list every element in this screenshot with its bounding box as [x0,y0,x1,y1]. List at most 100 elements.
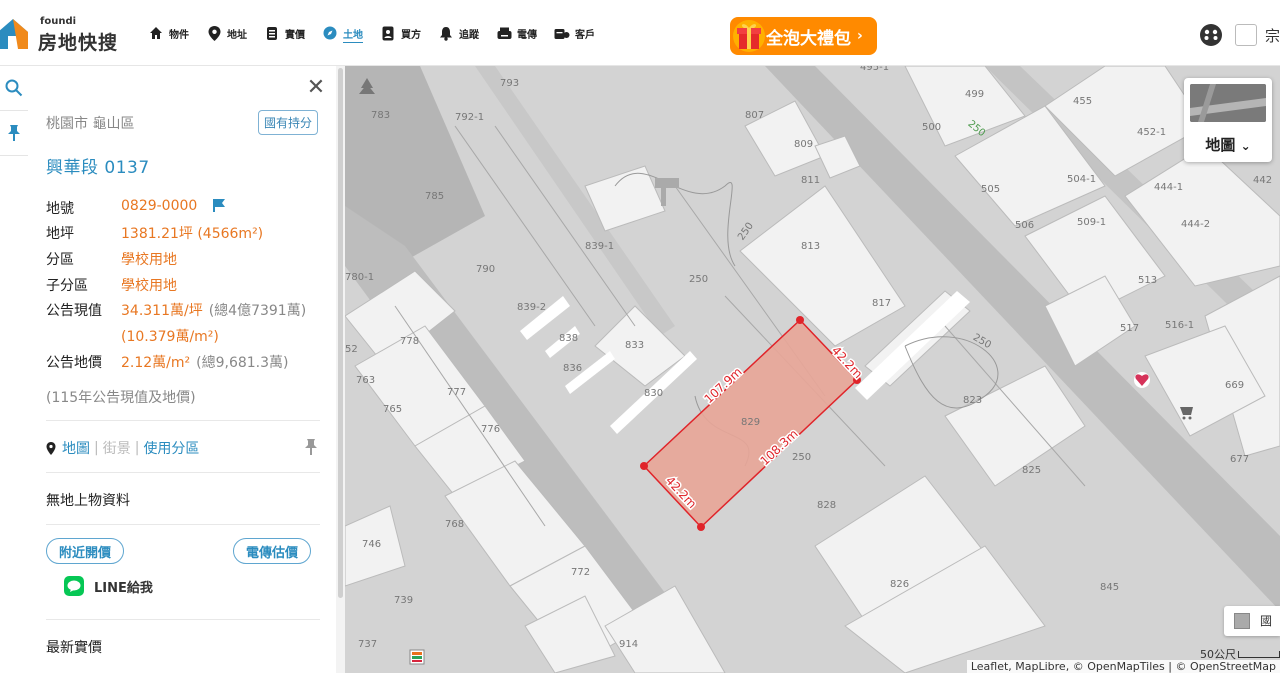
rail-pin-button[interactable] [0,111,28,156]
line-icon [64,576,84,596]
nav-item-address[interactable]: 地址 [206,25,247,41]
info-extra: (總9,681.3萬) [196,355,289,371]
info-value: 1381.21坪 (4566m²) [121,226,264,242]
parcel-label: 739 [394,595,413,606]
nav-label: 買方 [401,29,421,41]
parcel-label: 817 [872,298,891,309]
divider [46,472,320,473]
panel-scrollbar-thumb[interactable] [338,68,343,598]
parcel-label: 845 [1100,582,1119,593]
parcel-label: 506 [1015,220,1034,231]
nav-item-listings[interactable]: 物件 [148,25,189,41]
map-type-switcher[interactable]: 地圖 ⌄ [1184,78,1272,162]
nav-item-buyers[interactable]: 買方 [380,25,421,41]
land-title: 興華段 0137 [46,158,150,178]
nav-item-prices[interactable]: 實價 [264,25,305,41]
search-icon [5,79,23,97]
convenience-store-icon [409,649,425,665]
clients-icon [554,25,570,41]
parcel-label: 677 [1230,454,1249,465]
no-building-text: 無地上物資料 [46,493,130,509]
parcel-label: 809 [794,139,813,150]
map-link[interactable]: 地圖 [62,438,90,458]
year-note: (115年公告現值及地價) [46,390,196,406]
map-type-text: 地圖 [1205,136,1236,154]
info-value: 2.12萬/m² [121,355,191,371]
info-row-zoning: 分區 學校用地 [46,249,177,269]
parcel-label: 823 [963,395,982,406]
nav-label: 物件 [169,29,189,41]
separator: | [94,440,99,456]
ownership-badge[interactable]: 國有持分 [258,110,319,135]
user-name[interactable]: 宗 [1265,25,1280,46]
parcel-label: 772 [571,567,590,578]
promo-label: 全泡大禮包 [766,28,851,49]
layer-legend[interactable]: 國 [1224,606,1280,636]
nav-item-clients[interactable]: 客戶 [554,25,595,41]
parcel-label: 505 [981,184,1000,195]
nav-item-fax[interactable]: 電傳 [496,25,537,41]
nav-item-tracking[interactable]: 追蹤 [438,25,479,41]
compass-icon [322,25,338,41]
parcel-label: 513 [1138,275,1157,286]
land-info-panel: ✕ 桃園市 龜山區 國有持分 興華段 0137 地號 0829-0000 地坪 … [28,66,345,673]
info-key: 分區 [46,252,74,268]
street-view-link: 街景 [102,441,131,457]
info-key: 子分區 [46,278,88,294]
heart-marker-icon [1134,372,1150,388]
parcel-label: 763 [356,375,375,386]
info-value: (10.379萬/m²) [121,329,219,345]
map-pin-icon [206,25,222,41]
parcel-label: 495-1 [860,66,889,73]
info-value: 學校用地 [121,278,177,294]
map-view[interactable]: 42.2m 107.9m 108.3m 42.2m 793 783 792-1 … [345,66,1280,673]
road-label: 250 [792,452,811,463]
map-pin-icon [46,441,56,455]
fax-valuation-button[interactable]: 電傳估價 [233,538,312,564]
parcel-label: 52 [345,344,358,355]
parcel-label: 669 [1225,380,1244,391]
avatar[interactable] [1234,24,1257,46]
parcel-label: 783 [371,110,390,121]
view-links: 地圖 | 街景 | 使用分區 [46,438,199,458]
legend-swatch [1234,613,1250,629]
zoning-link[interactable]: 使用分區 [143,438,199,458]
info-row-announced-value-m2: (10.379萬/m²) [46,326,219,346]
parcel-label: 442 [1253,175,1272,186]
map-attribution[interactable]: Leaflet, MapLibre, © OpenMapTiles | © Op… [966,660,1280,673]
parcel-label: 838 [559,333,578,344]
nav-label: 客戶 [575,29,595,41]
chevron-down-icon: ⌄ [1240,139,1251,153]
brand-small-text: foundi [40,16,77,27]
face-smile-icon[interactable] [1199,23,1223,47]
chevron-right-icon: › [857,28,863,44]
parcel-label: 790 [476,264,495,275]
nav-item-land[interactable]: 土地 [322,25,363,41]
info-row-area: 地坪 1381.21坪 (4566m²) [46,223,263,243]
legend-label: 國 [1260,614,1273,628]
info-key: 地號 [46,201,74,217]
flag-icon[interactable] [211,198,227,212]
nearby-prices-button[interactable]: 附近開價 [46,538,125,564]
map-canvas[interactable]: 42.2m 107.9m 108.3m 42.2m 793 783 792-1 … [345,66,1280,673]
info-row-announced-land-price: 公告地價 2.12萬/m² (總9,681.3萬) [46,352,289,372]
pushpin-icon[interactable] [304,438,318,456]
house-icon [148,25,164,41]
info-value: 0829-0000 [121,198,198,214]
info-key: 公告現值 [46,303,102,319]
parcel-label: 768 [445,519,464,530]
parcel-label: 444-2 [1181,219,1210,230]
nav-label: 實價 [285,29,305,41]
pushpin-icon [8,125,20,141]
promo-gift-button[interactable]: 全泡大禮包 › [730,17,877,55]
location-text: 桃園市 龜山區 [46,116,135,132]
info-key: 地坪 [46,226,74,242]
parcel-label: 504-1 [1067,174,1096,185]
info-row-announced-value: 公告現值 34.311萬/坪 (總4億7391萬) [46,300,306,320]
line-share-button[interactable]: LINE給我 [64,576,153,596]
close-icon[interactable]: ✕ [306,77,326,99]
rail-search-button[interactable] [0,66,28,111]
parcel-label: 914 [619,639,638,650]
brand-logo[interactable]: foundi 房地快搜 [0,10,120,56]
road-label: 250 [689,274,708,285]
